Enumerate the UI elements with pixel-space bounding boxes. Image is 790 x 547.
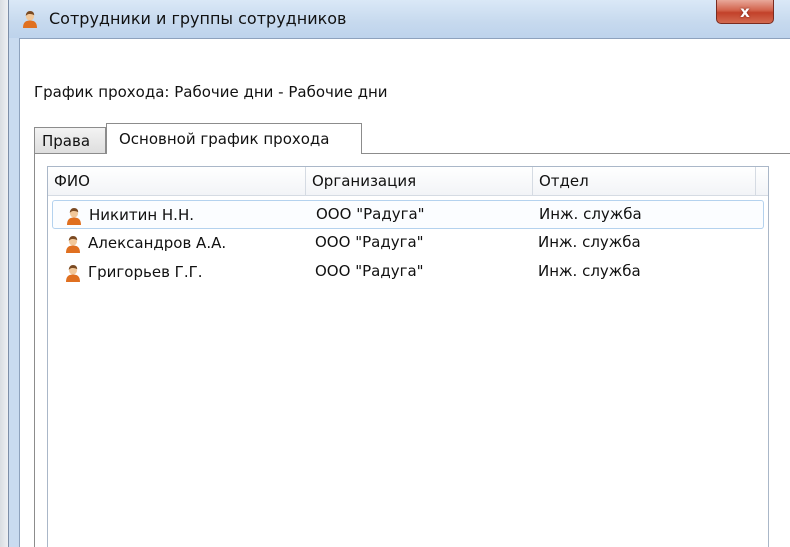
person-icon bbox=[67, 207, 81, 225]
column-header-fio[interactable]: ФИО bbox=[48, 167, 306, 195]
column-header-department[interactable]: Отдел bbox=[533, 167, 756, 195]
column-header-organization[interactable]: Организация bbox=[306, 167, 533, 195]
close-icon: x bbox=[740, 2, 750, 21]
fio-text: Александров А.А. bbox=[88, 234, 227, 252]
table-row[interactable]: Никитин Н.Н. ООО "Радуга" Инж. служба bbox=[52, 200, 764, 229]
person-icon bbox=[66, 264, 80, 282]
department-cell: Инж. служба bbox=[538, 262, 641, 280]
person-icon bbox=[66, 235, 80, 253]
fio-cell: Григорьев Г.Г. bbox=[64, 258, 203, 287]
organization-cell: ООО "Радуга" bbox=[315, 233, 424, 251]
close-button[interactable]: x bbox=[716, 0, 774, 24]
tab-main-schedule[interactable]: Основной график прохода bbox=[106, 123, 362, 154]
table-row[interactable]: Александров А.А. ООО "Радуга" Инж. служб… bbox=[52, 229, 764, 258]
dialog-content: График прохода: Рабочие дни - Рабочие дн… bbox=[19, 38, 790, 547]
dialog-window: Сотрудники и группы сотрудников x График… bbox=[8, 0, 790, 547]
department-cell: Инж. служба bbox=[538, 233, 641, 251]
tab-main-schedule-label: Основной график прохода bbox=[119, 130, 330, 148]
grid-header: ФИО Организация Отдел bbox=[48, 167, 768, 196]
table-row[interactable]: Григорьев Г.Г. ООО "Радуга" Инж. служба bbox=[52, 258, 764, 287]
person-icon bbox=[23, 11, 37, 28]
tab-rights[interactable]: Права bbox=[34, 127, 106, 153]
fio-text: Григорьев Г.Г. bbox=[88, 263, 203, 281]
background-strip bbox=[0, 0, 8, 547]
tab-panel: ФИО Организация Отдел Никитин Н.Н. ООО "… bbox=[34, 153, 790, 547]
department-cell: Инж. служба bbox=[539, 205, 642, 223]
organization-cell: ООО "Радуга" bbox=[315, 262, 424, 280]
tab-rights-label: Права bbox=[42, 132, 91, 150]
schedule-label: График прохода: Рабочие дни - Рабочие дн… bbox=[34, 83, 388, 101]
title-bar[interactable]: Сотрудники и группы сотрудников x bbox=[9, 0, 790, 38]
window-title: Сотрудники и группы сотрудников bbox=[49, 9, 347, 28]
employees-grid: ФИО Организация Отдел Никитин Н.Н. ООО "… bbox=[47, 166, 769, 547]
organization-cell: ООО "Радуга" bbox=[316, 205, 425, 223]
fio-cell: Александров А.А. bbox=[64, 229, 226, 258]
fio-text: Никитин Н.Н. bbox=[89, 206, 194, 224]
fio-cell: Никитин Н.Н. bbox=[65, 201, 194, 230]
